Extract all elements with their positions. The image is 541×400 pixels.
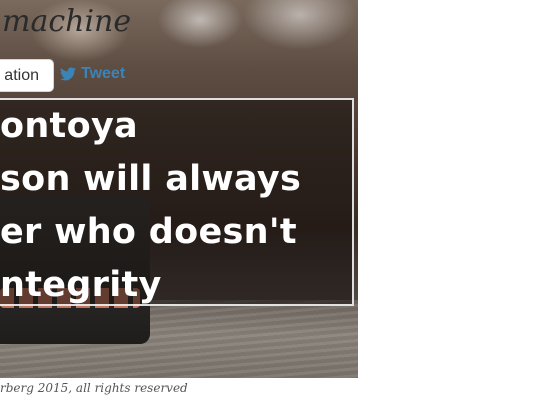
twitter-bird-icon <box>60 67 76 81</box>
quote-card: machine ation Tweet ontoya son will alwa… <box>0 0 358 378</box>
quote-line: ontoya <box>0 106 138 146</box>
quote-line: er who doesn't <box>0 212 297 252</box>
donation-button[interactable]: ation <box>0 59 54 92</box>
site-brand-logo[interactable]: machine <box>0 2 131 42</box>
quote-line: son will always <box>0 159 302 199</box>
tweet-label: Tweet <box>81 65 126 82</box>
footer-copyright: rberg 2015, all rights reserved <box>0 381 188 395</box>
quote-line: ntegrity <box>0 265 162 305</box>
quote-panel: ontoya son will always er who doesn't nt… <box>0 98 354 306</box>
tweet-button[interactable]: Tweet <box>60 63 125 85</box>
